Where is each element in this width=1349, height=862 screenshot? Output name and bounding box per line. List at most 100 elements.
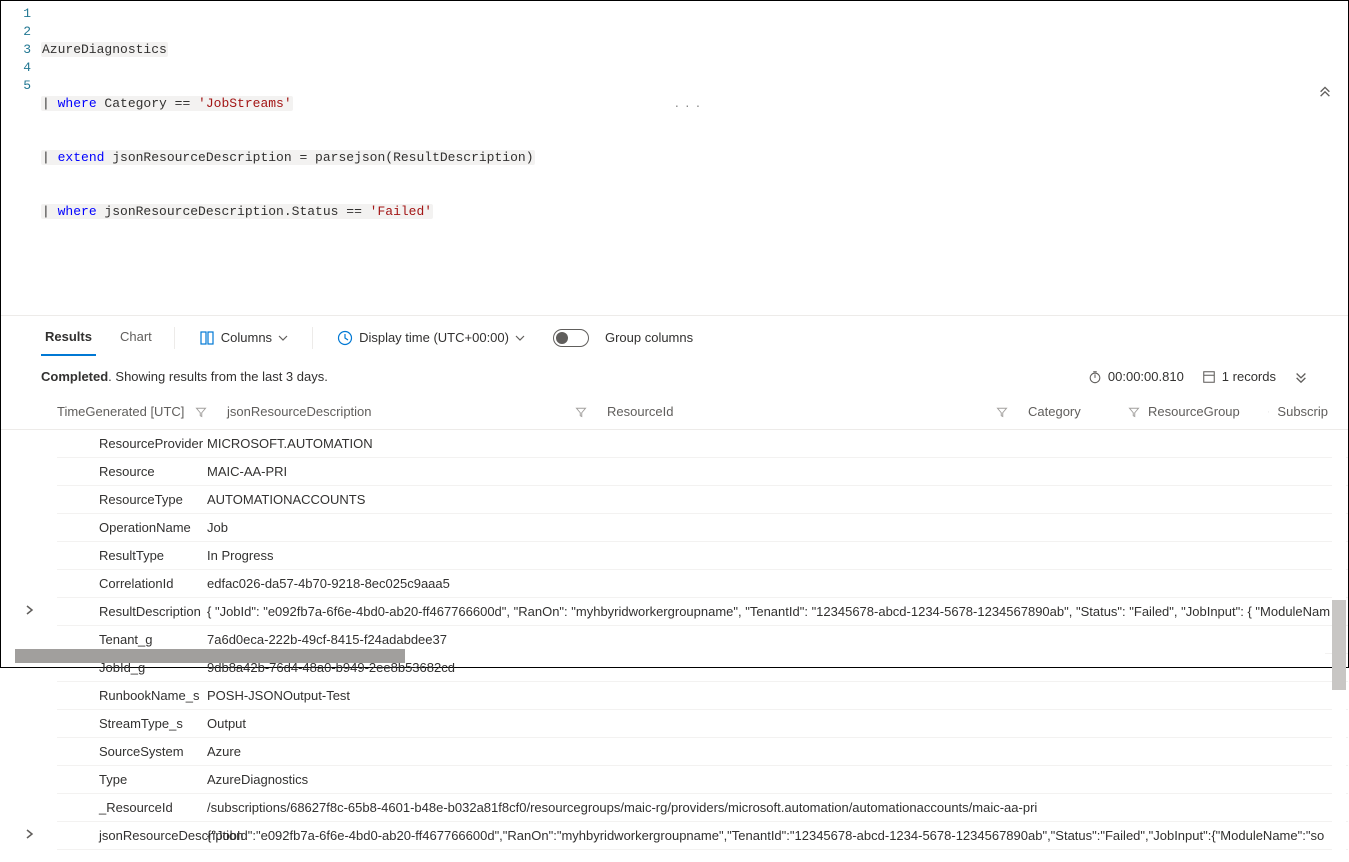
code-token: jsonResourceDescription = parsejson(Resu…: [104, 150, 533, 165]
row-key: ResourceType: [57, 492, 207, 507]
column-timegenerated[interactable]: TimeGenerated [UTC]: [57, 404, 227, 419]
row-value: { "JobId": "e092fb7a-6f6e-4bd0-ab20-ff46…: [207, 604, 1348, 619]
code-token: |: [42, 96, 58, 111]
line-gutter: 1 2 3 4 5: [1, 5, 41, 311]
code-token: |: [42, 204, 58, 219]
row-value: Output: [207, 716, 1348, 731]
filter-icon[interactable]: [1268, 406, 1269, 418]
code-area[interactable]: AzureDiagnostics | where Category == 'Jo…: [41, 5, 1348, 311]
chevron-down-icon: [515, 333, 525, 343]
row-key: Resource: [57, 464, 207, 479]
columns-label: Columns: [221, 330, 272, 345]
display-time-button[interactable]: Display time (UTC+00:00): [331, 326, 531, 350]
results-toolbar: Results Chart Columns Display time (UTC+…: [1, 315, 1348, 359]
results-grid[interactable]: ResourceProviderMICROSOFT.AUTOMATIONReso…: [1, 430, 1348, 850]
results-grid-wrap: ResourceProviderMICROSOFT.AUTOMATIONReso…: [1, 430, 1348, 862]
row-key: Tenant_g: [57, 632, 207, 647]
expand-panel-icon[interactable]: [1294, 370, 1308, 384]
code-token: Category ==: [97, 96, 198, 111]
code-token: |: [42, 150, 58, 165]
row-value: /subscriptions/68627f8c-65b8-4601-b48e-b…: [207, 800, 1348, 815]
group-columns-label: Group columns: [605, 330, 693, 345]
row-value: In Progress: [207, 548, 1348, 563]
row-key: ResultType: [57, 548, 207, 563]
status-text: Completed. Showing results from the last…: [41, 369, 328, 384]
collapse-editor-icon[interactable]: [1318, 83, 1332, 100]
row-key: Type: [57, 772, 207, 787]
row-key: ResourceProvider: [57, 436, 207, 451]
result-tabs: Results Chart: [41, 319, 156, 356]
table-row[interactable]: _ResourceId/subscriptions/68627f8c-65b8-…: [57, 794, 1348, 822]
clock-icon: [337, 330, 353, 346]
table-row[interactable]: ResourceTypeAUTOMATIONACCOUNTS: [57, 486, 1348, 514]
table-row[interactable]: jsonResourceDescription{"JobId":"e092fb7…: [57, 822, 1348, 850]
stopwatch-icon: [1088, 370, 1102, 384]
columns-icon: [199, 330, 215, 346]
status-bar: Completed. Showing results from the last…: [1, 359, 1348, 394]
row-value: MICROSOFT.AUTOMATION: [207, 436, 1348, 451]
column-category[interactable]: Category: [1028, 404, 1128, 419]
scrollbar-thumb[interactable]: [15, 649, 405, 663]
table-row[interactable]: ResourceProviderMICROSOFT.AUTOMATION: [57, 430, 1348, 458]
code-token: jsonResourceDescription.Status ==: [97, 204, 370, 219]
row-value: Azure: [207, 744, 1348, 759]
table-row[interactable]: OperationNameJob: [57, 514, 1348, 542]
columns-button[interactable]: Columns: [193, 326, 294, 350]
table-row[interactable]: RunbookName_sPOSH-JSONOutput-Test: [57, 682, 1348, 710]
row-key: RunbookName_s: [57, 688, 207, 703]
code-token: where: [58, 96, 97, 111]
row-value: AzureDiagnostics: [207, 772, 1348, 787]
code-token: AzureDiagnostics: [41, 42, 168, 57]
row-key: jsonResourceDescription: [57, 828, 207, 843]
panel-drag-handle-icon[interactable]: · · ·: [675, 97, 702, 113]
display-time-label: Display time (UTC+00:00): [359, 330, 509, 345]
row-value: {"JobId":"e092fb7a-6f6e-4bd0-ab20-ff4677…: [207, 828, 1348, 843]
code-token: where: [58, 204, 97, 219]
scrollbar-thumb[interactable]: [1332, 600, 1346, 690]
chevron-down-icon: [278, 333, 288, 343]
row-key: CorrelationId: [57, 576, 207, 591]
query-editor[interactable]: 1 2 3 4 5 AzureDiagnostics | where Categ…: [1, 1, 1348, 315]
horizontal-scrollbar[interactable]: [15, 649, 1325, 663]
filter-icon[interactable]: [1128, 406, 1140, 418]
record-count: 1 records: [1202, 369, 1276, 384]
expand-row-icon[interactable]: [21, 829, 37, 842]
row-key: _ResourceId: [57, 800, 207, 815]
row-value: POSH-JSONOutput-Test: [207, 688, 1348, 703]
column-headers: TimeGenerated [UTC] jsonResourceDescript…: [1, 394, 1348, 430]
separator: [174, 327, 175, 349]
records-icon: [1202, 370, 1216, 384]
expand-row-icon[interactable]: [21, 605, 37, 618]
table-row[interactable]: ResultTypeIn Progress: [57, 542, 1348, 570]
code-token: 'Failed': [370, 204, 432, 219]
toggle-switch[interactable]: [553, 329, 589, 347]
table-row[interactable]: ResourceMAIC-AA-PRI: [57, 458, 1348, 486]
filter-icon[interactable]: [996, 406, 1008, 418]
table-row[interactable]: StreamType_sOutput: [57, 710, 1348, 738]
row-value: MAIC-AA-PRI: [207, 464, 1348, 479]
filter-icon[interactable]: [575, 406, 587, 418]
column-resourceid[interactable]: ResourceId: [607, 404, 1028, 419]
group-columns-toggle[interactable]: Group columns: [547, 325, 699, 351]
tab-results[interactable]: Results: [41, 319, 96, 356]
column-jsonresourcedescription[interactable]: jsonResourceDescription: [227, 404, 607, 419]
row-value: Job: [207, 520, 1348, 535]
filter-icon[interactable]: [195, 406, 207, 418]
table-row[interactable]: SourceSystemAzure: [57, 738, 1348, 766]
table-row[interactable]: CorrelationIdedfac026-da57-4b70-9218-8ec…: [57, 570, 1348, 598]
vertical-scrollbar[interactable]: [1332, 430, 1346, 862]
row-key: ResultDescription: [57, 604, 207, 619]
row-key: SourceSystem: [57, 744, 207, 759]
separator: [312, 327, 313, 349]
row-value: edfac026-da57-4b70-9218-8ec025c9aaa5: [207, 576, 1348, 591]
row-key: StreamType_s: [57, 716, 207, 731]
row-value: 7a6d0eca-222b-49cf-8415-f24adabdee37: [207, 632, 1348, 647]
table-row[interactable]: TypeAzureDiagnostics: [57, 766, 1348, 794]
column-subscription[interactable]: Subscrip: [1268, 404, 1348, 419]
code-token: extend: [58, 150, 105, 165]
row-key: OperationName: [57, 520, 207, 535]
column-resourcegroup[interactable]: ResourceGroup: [1128, 404, 1268, 419]
table-row[interactable]: ResultDescription{ "JobId": "e092fb7a-6f…: [57, 598, 1348, 626]
row-value: AUTOMATIONACCOUNTS: [207, 492, 1348, 507]
tab-chart[interactable]: Chart: [116, 319, 156, 356]
